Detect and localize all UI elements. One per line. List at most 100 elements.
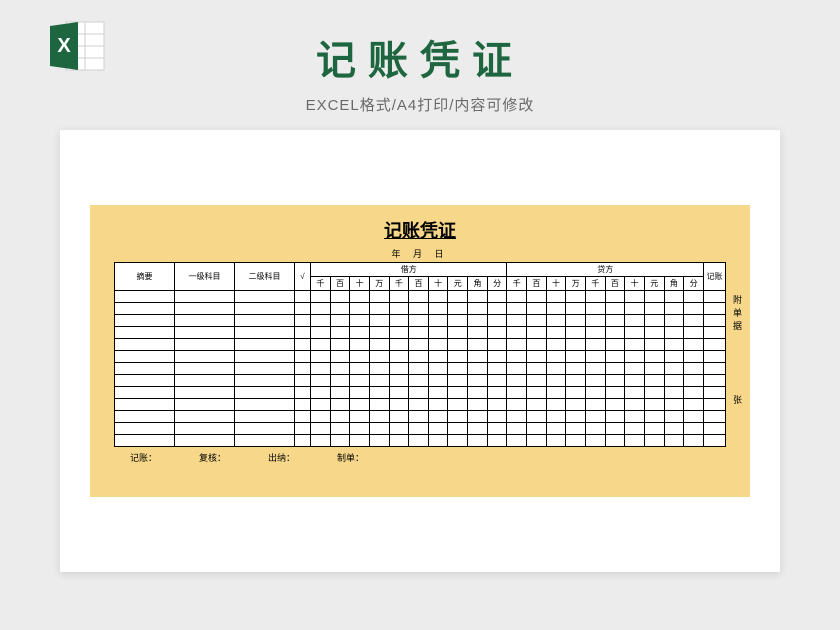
voucher-footer: 记账： 复核： 出纳： 制单： [114, 451, 726, 464]
table-cell [566, 363, 586, 375]
table-cell [409, 315, 429, 327]
table-cell [546, 399, 566, 411]
table-cell [684, 399, 704, 411]
table-cell [428, 435, 448, 447]
table-row [115, 303, 726, 315]
table-cell [295, 423, 311, 435]
table-cell [115, 387, 175, 399]
voucher-title: 记账凭证 [114, 217, 726, 243]
table-cell [664, 291, 684, 303]
table-cell [311, 363, 331, 375]
table-cell [566, 315, 586, 327]
table-cell [507, 423, 527, 435]
table-cell [175, 351, 235, 363]
table-cell [605, 423, 625, 435]
table-cell [704, 423, 726, 435]
digit-header: 元 [644, 277, 664, 291]
digit-header: 分 [487, 277, 507, 291]
table-cell [409, 375, 429, 387]
footer-review: 复核： [199, 451, 226, 464]
table-cell [566, 303, 586, 315]
table-cell [389, 399, 409, 411]
table-cell [605, 387, 625, 399]
table-cell [468, 351, 488, 363]
table-cell [704, 303, 726, 315]
voucher-date-label: 年 月 日 [114, 247, 726, 260]
svg-text:X: X [57, 35, 71, 57]
table-cell [644, 399, 664, 411]
table-cell [546, 375, 566, 387]
table-cell [468, 399, 488, 411]
table-cell [644, 303, 664, 315]
table-cell [115, 303, 175, 315]
table-cell [585, 351, 605, 363]
table-cell [115, 375, 175, 387]
table-cell [369, 423, 389, 435]
table-cell [644, 411, 664, 423]
table-cell [448, 375, 468, 387]
table-cell [311, 423, 331, 435]
table-cell [566, 435, 586, 447]
table-cell [350, 411, 370, 423]
table-cell [664, 351, 684, 363]
table-cell [605, 327, 625, 339]
table-cell [175, 435, 235, 447]
table-cell [175, 387, 235, 399]
table-cell [644, 339, 664, 351]
table-cell [330, 387, 350, 399]
table-cell [507, 387, 527, 399]
table-cell [585, 363, 605, 375]
voucher-body [115, 291, 726, 447]
table-cell [605, 363, 625, 375]
table-cell [235, 303, 295, 315]
table-cell [350, 339, 370, 351]
table-cell [369, 303, 389, 315]
table-cell [566, 387, 586, 399]
table-cell [448, 363, 468, 375]
table-cell [605, 315, 625, 327]
table-cell [295, 315, 311, 327]
table-cell [585, 399, 605, 411]
table-cell [664, 387, 684, 399]
table-cell [115, 315, 175, 327]
table-cell [295, 327, 311, 339]
table-cell [527, 411, 547, 423]
table-cell [448, 303, 468, 315]
table-cell [566, 339, 586, 351]
digit-header: 十 [625, 277, 645, 291]
table-cell [605, 303, 625, 315]
table-cell [704, 363, 726, 375]
col-account1: 一级科目 [175, 263, 235, 291]
table-cell [115, 435, 175, 447]
table-cell [428, 375, 448, 387]
table-cell [448, 411, 468, 423]
table-cell [585, 303, 605, 315]
table-cell [527, 351, 547, 363]
col-summary: 摘要 [115, 263, 175, 291]
table-cell [527, 435, 547, 447]
table-cell [644, 375, 664, 387]
table-cell [468, 339, 488, 351]
table-row [115, 339, 726, 351]
table-cell [507, 435, 527, 447]
table-cell [448, 387, 468, 399]
table-cell [235, 399, 295, 411]
table-header-row-1: 摘要 一级科目 二级科目 √ 借方 贷方 记账 [115, 263, 726, 277]
table-cell [389, 435, 409, 447]
table-cell [448, 399, 468, 411]
table-row [115, 387, 726, 399]
table-cell [175, 315, 235, 327]
table-cell [704, 327, 726, 339]
digit-header: 十 [428, 277, 448, 291]
table-cell [389, 291, 409, 303]
table-cell [235, 387, 295, 399]
table-cell [644, 423, 664, 435]
table-cell [546, 315, 566, 327]
table-cell [115, 351, 175, 363]
footer-maker: 制单： [337, 451, 364, 464]
table-cell [527, 291, 547, 303]
table-cell [448, 315, 468, 327]
table-cell [566, 351, 586, 363]
col-credit: 贷方 [507, 263, 704, 277]
table-cell [664, 375, 684, 387]
